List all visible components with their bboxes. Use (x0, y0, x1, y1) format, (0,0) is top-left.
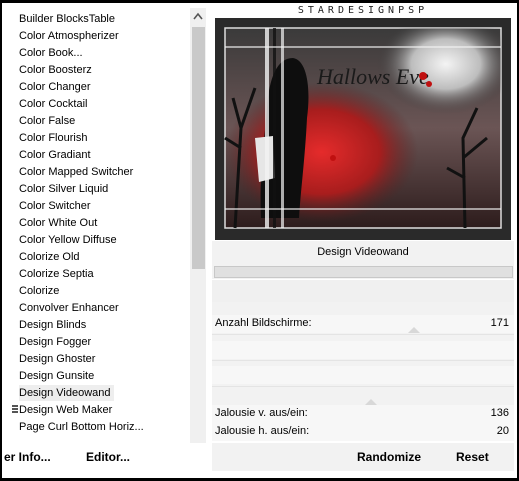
filter-list-item[interactable]: Color Silver Liquid (19, 181, 108, 197)
filter-list-item[interactable]: Color Book... (19, 45, 83, 61)
filter-list-item[interactable]: Colorize Septia (19, 266, 94, 282)
filter-list-item[interactable]: Color Switcher (19, 198, 91, 214)
filter-list-item[interactable]: Convolver Enhancer (19, 300, 119, 316)
randomize-button[interactable]: Randomize (357, 450, 421, 464)
filter-list-scrollbar[interactable] (190, 8, 206, 444)
scroll-thumb[interactable] (192, 27, 205, 269)
param-row-jalousie-h[interactable]: Jalousie h. aus/ein: 20 (212, 423, 514, 441)
param-value: 20 (496, 425, 509, 437)
filter-list-item[interactable]: Color Gradiant (19, 147, 91, 163)
filter-list-item[interactable]: Design Web Maker (19, 402, 112, 418)
filter-settings-panel: Design Videowand Anzahl Bildschirme: 171… (212, 241, 514, 441)
param-row-jalousie-v[interactable]: Jalousie v. aus/ein: 136 (212, 399, 514, 423)
param-label: Jalousie h. aus/ein: (215, 425, 310, 437)
reset-button[interactable]: Reset (456, 450, 489, 464)
param-label: Jalousie v. aus/ein: (215, 407, 308, 419)
preview-area: STARDESIGNPSP Hallows Eve (212, 3, 514, 240)
filter-list-item[interactable]: Builder BlocksTable (19, 11, 115, 27)
filter-list-item[interactable]: Color Changer (19, 79, 91, 95)
param-row-anzahl-bildschirme[interactable]: Anzahl Bildschirme: 171 (212, 315, 514, 333)
filter-list-item[interactable]: Color Mapped Switcher (19, 164, 133, 180)
row-divider (212, 334, 514, 335)
filter-list-item[interactable]: Colorize Old (19, 249, 80, 265)
editor-button[interactable]: Editor... (86, 450, 130, 464)
filter-list-item[interactable]: Colorize (19, 283, 59, 299)
filter-list-item[interactable]: Design Fogger (19, 334, 91, 350)
empty-param-row (212, 341, 514, 359)
param-value: 171 (490, 317, 509, 329)
filter-list-item[interactable]: Color White Out (19, 215, 97, 231)
preview-image[interactable]: Hallows Eve (215, 18, 511, 240)
filter-list-item[interactable]: Page Curl Bottom Horiz... (19, 419, 144, 435)
filter-list-item[interactable]: Color Yellow Diffuse (19, 232, 117, 248)
param-value: 136 (490, 407, 509, 419)
filter-list-item[interactable]: Page Curl Bottom Vertic... (19, 439, 146, 441)
filter-list-item[interactable]: Color Boosterz (19, 62, 92, 78)
row-divider (212, 386, 514, 387)
filter-list-item[interactable]: Color Atmospherizer (19, 28, 119, 44)
separator-box (212, 279, 514, 302)
param-label: Anzahl Bildschirme: (215, 317, 312, 329)
filter-list-item[interactable]: Design Ghoster (19, 351, 95, 367)
filter-list-item[interactable]: Color Flourish (19, 130, 87, 146)
filter-list-item[interactable]: Color False (19, 113, 75, 129)
filter-list-item[interactable]: Design Gunsite (19, 368, 94, 384)
filter-list-item[interactable]: Design Videowand (19, 385, 114, 401)
progress-bar (214, 266, 513, 278)
bottom-right-buttons: Randomize Reset (212, 443, 514, 471)
slider-marker-icon (365, 399, 377, 405)
filter-list-item[interactable]: Color Cocktail (19, 96, 87, 112)
preview-image-text: Hallows Eve (316, 64, 429, 89)
scroll-up-button[interactable] (190, 8, 206, 25)
filter-info-button[interactable]: er Info... (4, 450, 51, 464)
empty-param-row (212, 366, 514, 384)
slider-marker-icon (408, 327, 420, 333)
filter-name-label: Design Videowand (317, 246, 409, 258)
preview-watermark: STARDESIGNPSP (297, 5, 429, 16)
drag-handle-icon[interactable] (12, 405, 18, 415)
chevron-up-icon (193, 12, 203, 20)
row-divider (212, 360, 514, 361)
filter-list[interactable]: Builder BlocksTable Color Atmospherizer Co… (2, 3, 192, 441)
filter-list-item[interactable]: Design Blinds (19, 317, 86, 333)
